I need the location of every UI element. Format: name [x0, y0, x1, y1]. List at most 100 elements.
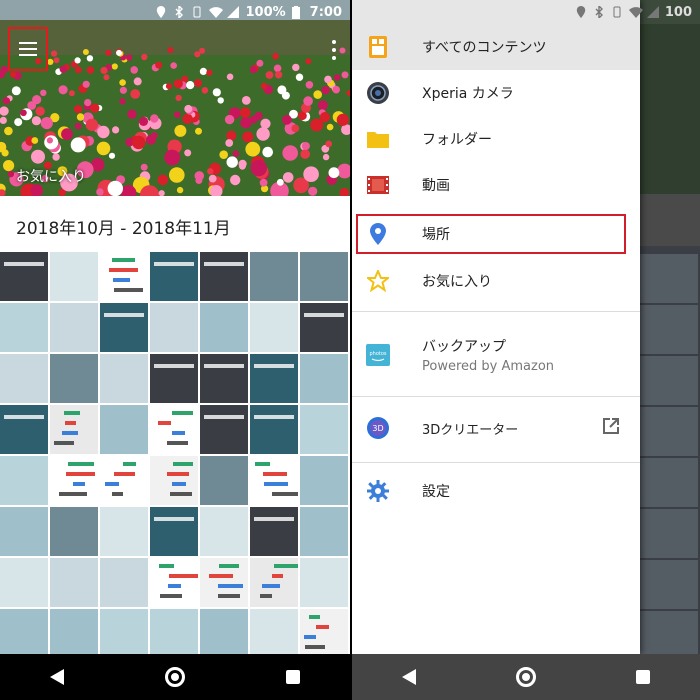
photo-thumbnail[interactable]: [150, 507, 198, 556]
system-nav-bar: [0, 654, 350, 700]
drawer-item-favorites[interactable]: お気に入り: [352, 258, 640, 304]
photo-thumbnail[interactable]: [50, 405, 98, 454]
thumb-content: [316, 625, 329, 629]
photo-thumbnail[interactable]: [100, 609, 148, 654]
thumb-content: [159, 594, 183, 598]
photo-thumbnail[interactable]: [200, 303, 248, 352]
photo-thumbnail[interactable]: [200, 456, 248, 505]
drawer-item-settings[interactable]: 設定: [352, 468, 640, 514]
thumb-content: [54, 441, 74, 445]
hamburger-menu-button[interactable]: [8, 27, 48, 71]
photo-thumbnail[interactable]: [250, 252, 298, 301]
photo-thumbnail[interactable]: [150, 252, 198, 301]
thumb-content: [304, 313, 344, 317]
photo-thumbnail[interactable]: [250, 558, 298, 607]
drawer-item-all-content[interactable]: すべてのコンテンツ: [352, 24, 640, 70]
drawer-item-sublabel: Powered by Amazon: [422, 359, 555, 374]
home-icon[interactable]: [516, 667, 536, 687]
photo-thumbnail[interactable]: [300, 507, 348, 556]
photo-thumbnail[interactable]: [50, 456, 98, 505]
photo-thumbnail[interactable]: [0, 456, 48, 505]
photo-thumbnail[interactable]: [150, 456, 198, 505]
drawer-item-label: 動画: [422, 178, 450, 194]
photo-thumbnail[interactable]: [100, 354, 148, 403]
photo-thumbnail[interactable]: [250, 609, 298, 654]
photo-thumbnail[interactable]: [300, 405, 348, 454]
thumb-content: [254, 415, 294, 419]
drawer-item-3d-creator[interactable]: 3D 3Dクリエーター: [352, 406, 640, 450]
photo-thumbnail[interactable]: [100, 507, 148, 556]
more-vert-dot: [332, 48, 336, 52]
photo-thumbnail[interactable]: [50, 303, 98, 352]
drawer-item-videos[interactable]: 動画: [352, 162, 640, 208]
photo-thumbnail[interactable]: [100, 405, 148, 454]
photo-thumbnail[interactable]: [100, 456, 148, 505]
photo-thumbnail[interactable]: [50, 558, 98, 607]
photo-thumbnail[interactable]: [0, 507, 48, 556]
photo-thumbnail[interactable]: [200, 354, 248, 403]
back-icon[interactable]: [50, 669, 65, 685]
home-icon[interactable]: [164, 667, 185, 687]
photo-thumbnail[interactable]: [300, 609, 348, 654]
vibrate-icon: [191, 6, 203, 18]
photo-thumbnail[interactable]: [150, 354, 198, 403]
thumb-content: [204, 364, 244, 368]
drawer-item-folders[interactable]: フォルダー: [352, 116, 640, 162]
photo-thumbnail[interactable]: [200, 558, 248, 607]
divider: [352, 311, 640, 312]
photo-thumbnail[interactable]: [150, 303, 198, 352]
photo-thumbnail[interactable]: [0, 354, 48, 403]
photo-thumbnail[interactable]: [250, 405, 298, 454]
recent-apps-icon[interactable]: [636, 670, 650, 684]
thumb-content: [171, 482, 187, 486]
photo-thumbnail[interactable]: [100, 303, 148, 352]
photo-thumbnail[interactable]: [250, 303, 298, 352]
photo-thumbnail[interactable]: [150, 609, 198, 654]
photo-thumbnail[interactable]: [0, 558, 48, 607]
photo-thumbnail[interactable]: [0, 405, 48, 454]
thumb-content: [157, 421, 172, 425]
thumb-content: [67, 462, 94, 466]
photo-thumbnail[interactable]: [50, 609, 98, 654]
photo-thumbnail[interactable]: [200, 252, 248, 301]
back-icon[interactable]: [402, 669, 416, 685]
background-thumbnail: [640, 458, 698, 507]
photo-thumbnail[interactable]: [300, 456, 348, 505]
thumb-content: [264, 482, 289, 486]
photo-thumbnail[interactable]: [0, 609, 48, 654]
bluetooth-icon: [173, 4, 185, 20]
open-external-icon[interactable]: [602, 417, 620, 439]
photo-thumbnail[interactable]: [100, 558, 148, 607]
recent-apps-icon[interactable]: [285, 670, 300, 684]
photo-thumbnail[interactable]: [200, 405, 248, 454]
photo-thumbnail[interactable]: [50, 354, 98, 403]
background-thumbnail: [640, 356, 698, 405]
status-bar: 100% 7:00: [0, 0, 350, 24]
photo-thumbnail[interactable]: [250, 354, 298, 403]
navigation-drawer: すべてのコンテンツ Xperia カメラ フォルダー 動画 場所 お気に入り p…: [352, 0, 640, 654]
photo-thumbnail[interactable]: [200, 507, 248, 556]
thumb-content: [272, 574, 284, 578]
hamburger-icon-line: [19, 48, 37, 50]
photo-thumbnail[interactable]: [300, 303, 348, 352]
photo-thumbnail[interactable]: [0, 252, 48, 301]
drawer-item-xperia-camera[interactable]: Xperia カメラ: [352, 70, 640, 116]
photo-thumbnail[interactable]: [50, 252, 98, 301]
more-options-button[interactable]: [332, 40, 336, 60]
photo-thumbnail[interactable]: [300, 558, 348, 607]
photo-thumbnail[interactable]: [200, 609, 248, 654]
thumb-content: [58, 492, 88, 496]
photo-thumbnail[interactable]: [50, 507, 98, 556]
drawer-item-backup[interactable]: photos バックアップ Powered by Amazon: [352, 328, 640, 382]
background-thumbnail: [640, 254, 698, 303]
photo-thumbnail[interactable]: [250, 456, 298, 505]
favorites-label: お気に入り: [16, 169, 86, 185]
photo-thumbnail[interactable]: [150, 558, 198, 607]
photo-thumbnail[interactable]: [300, 252, 348, 301]
photo-thumbnail[interactable]: [300, 354, 348, 403]
photo-thumbnail[interactable]: [0, 303, 48, 352]
drawer-item-label: バックアップ: [422, 339, 506, 355]
photo-thumbnail[interactable]: [100, 252, 148, 301]
photo-thumbnail[interactable]: [150, 405, 198, 454]
photo-thumbnail[interactable]: [250, 507, 298, 556]
